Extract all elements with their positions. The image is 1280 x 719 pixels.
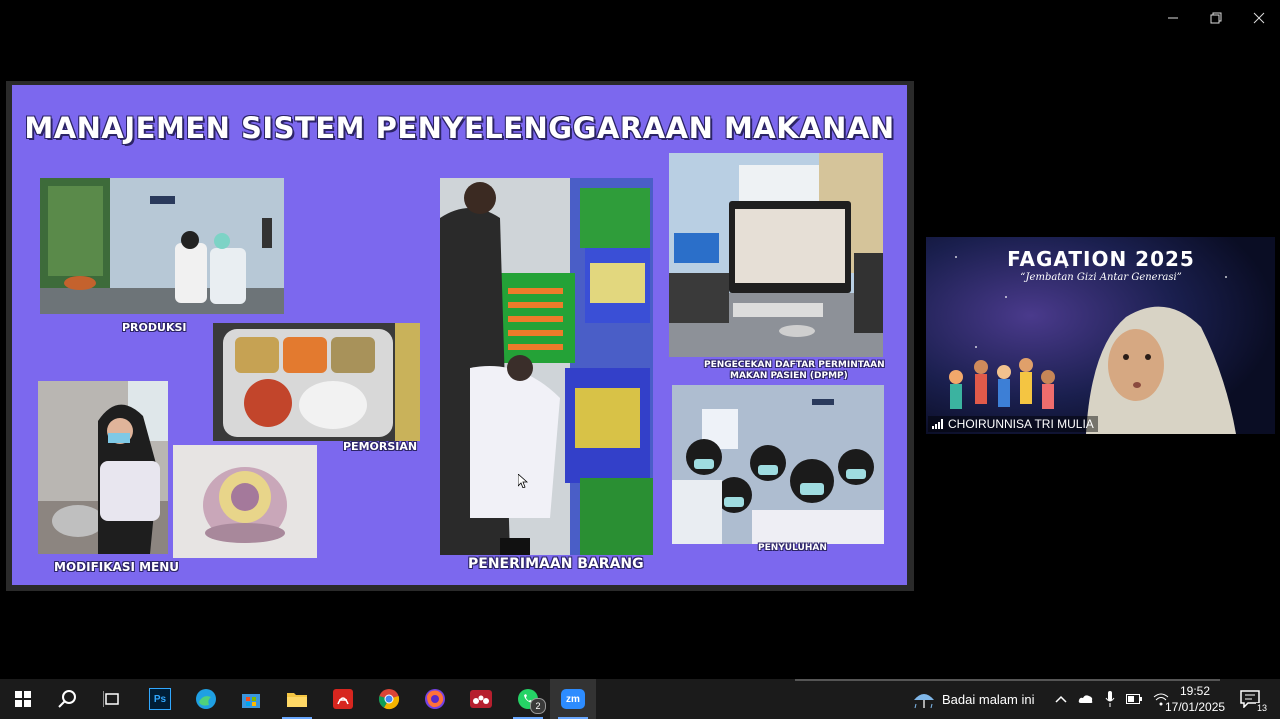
edge-icon — [196, 689, 216, 709]
participant-name-label: CHOIRUNNISA TRI MULIA — [928, 416, 1098, 432]
mouse-cursor — [517, 473, 529, 493]
banner-subtitle: “Jembatan Gizi Antar Generasi” — [1020, 272, 1182, 283]
taskbar-file-explorer[interactable] — [274, 679, 320, 719]
acrobat-icon — [333, 689, 353, 709]
participant-name: CHOIRUNNISA TRI MULIA — [948, 417, 1094, 431]
onedrive-cloud-icon[interactable] — [1078, 694, 1094, 704]
taskbar-edge[interactable] — [183, 679, 229, 719]
restore-button[interactable] — [1194, 0, 1237, 36]
cursor-icon — [517, 473, 529, 489]
search-icon — [58, 690, 76, 708]
weather-widget[interactable]: Badai malam ini — [912, 679, 1035, 719]
minimize-button[interactable] — [1151, 0, 1194, 36]
photo-pengecekan-dpmp — [669, 153, 883, 357]
window-controls — [1151, 0, 1280, 36]
whatsapp-badge: 2 — [530, 698, 546, 714]
signal-bars-icon — [932, 419, 943, 429]
caption-penerimaan-barang: PENERIMAAN BARANG — [468, 556, 644, 572]
caption-produksi: PRODUKSI — [122, 321, 187, 334]
clock-time: 19:52 — [1179, 684, 1211, 698]
task-view-icon — [103, 691, 119, 707]
search-button[interactable] — [44, 679, 90, 719]
taskbar-whatsapp[interactable]: 2 — [505, 679, 551, 719]
restore-icon — [1210, 12, 1221, 24]
weather-text: Badai malam ini — [942, 691, 1035, 707]
shared-slide: MANAJEMEN SISTEM PENYELENGGARAAN MAKANAN… — [12, 85, 907, 585]
banner-title: FAGATION 2025 — [1007, 247, 1195, 271]
caption-modifikasi-menu: MODIFIKASI MENU — [54, 560, 180, 574]
close-icon — [1253, 12, 1264, 24]
zoom-icon: zm — [561, 689, 585, 709]
clock[interactable]: 19:52 17/01/2025 — [1165, 683, 1225, 715]
photo-dessert — [173, 445, 317, 558]
clock-date: 17/01/2025 — [1165, 700, 1226, 714]
participant-video-tile[interactable]: FAGATION 2025 “Jembatan Gizi Antar Gener… — [926, 237, 1275, 434]
taskbar-store[interactable] — [228, 679, 274, 719]
caption-pengecekan-line1: PENGECEKAN DAFTAR PERMINTAAN — [704, 360, 885, 370]
chevron-up-icon[interactable] — [1055, 695, 1067, 703]
photo-produksi — [40, 178, 284, 314]
taskbar-photoshop[interactable]: Ps — [137, 679, 183, 719]
photo-modifikasi-menu — [38, 381, 168, 554]
firefox-icon — [425, 689, 445, 709]
chrome-icon — [378, 689, 400, 710]
folder-icon — [287, 693, 307, 707]
taskbar-chrome[interactable] — [366, 679, 412, 719]
photo-penerimaan-barang — [440, 178, 653, 555]
rain-umbrella-icon — [914, 694, 934, 709]
taskbar-firefox[interactable] — [412, 679, 458, 719]
photoshop-icon: Ps — [149, 688, 171, 710]
battery-icon[interactable] — [1126, 694, 1142, 704]
notifications-button[interactable]: 13 — [1230, 679, 1270, 719]
photo-pemorsian — [213, 323, 420, 441]
taskbar-acrobat[interactable] — [320, 679, 366, 719]
microphone-icon[interactable] — [1105, 691, 1115, 707]
caption-penyuluhan: PENYULUHAN — [758, 543, 827, 553]
taskbar: Ps 2 zm Badai malam ini 19:52 17/01/2025… — [0, 679, 1280, 719]
mendeley-icon — [470, 690, 492, 708]
photo-penyuluhan — [672, 385, 884, 544]
slide-title: MANAJEMEN SISTEM PENYELENGGARAAN MAKANAN — [24, 111, 895, 145]
task-view-button[interactable] — [89, 679, 135, 719]
taskbar-zoom[interactable]: zm — [550, 679, 596, 719]
taskbar-mendeley[interactable] — [458, 679, 504, 719]
windows-logo-icon — [15, 691, 31, 707]
caption-pemorsian: PEMORSIAN — [343, 440, 418, 453]
minimize-icon — [1167, 17, 1178, 19]
system-tray — [1055, 679, 1169, 719]
store-icon — [242, 694, 260, 708]
close-button[interactable] — [1237, 0, 1280, 36]
start-button[interactable] — [0, 679, 46, 719]
notification-count: 13 — [1255, 703, 1268, 713]
caption-pengecekan-line2: MAKAN PASIEN (DPMP) — [730, 371, 848, 381]
